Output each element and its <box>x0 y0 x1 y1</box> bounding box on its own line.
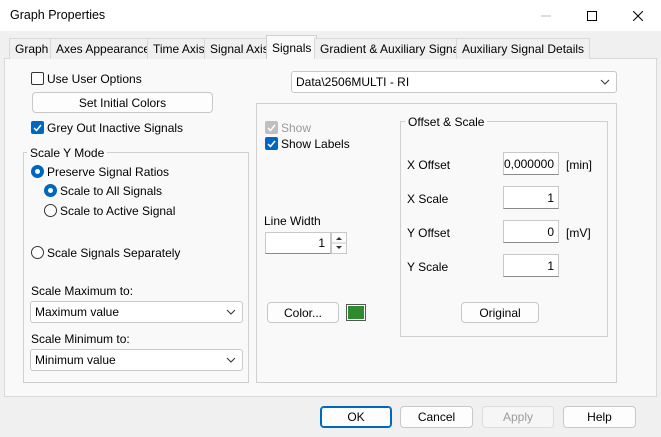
scale-minimum-select[interactable]: Minimum value <box>30 349 243 371</box>
grey-out-inactive-checkbox[interactable] <box>31 121 44 134</box>
line-width-spinner[interactable] <box>331 232 347 254</box>
color-button[interactable]: Color... <box>267 302 339 323</box>
checkmark-icon <box>33 124 42 132</box>
tab-auxiliary-signal-details[interactable]: Auxiliary Signal Details <box>456 38 591 59</box>
chevron-down-icon <box>226 309 236 315</box>
x-scale-input[interactable]: 1 <box>503 186 559 209</box>
y-scale-input[interactable]: 1 <box>503 254 559 277</box>
grey-out-inactive-label[interactable]: Grey Out Inactive Signals <box>47 121 183 135</box>
show-labels-checkbox[interactable] <box>265 137 278 150</box>
scale-signals-separately-radio[interactable] <box>31 246 44 259</box>
x-offset-input[interactable]: 0,000000 <box>503 152 559 175</box>
line-width-input[interactable]: 1 <box>265 232 331 254</box>
show-checkbox[interactable] <box>265 121 278 134</box>
chevron-down-icon <box>600 79 610 85</box>
signal-select[interactable]: Data\2506MULTI - RI <box>291 71 617 93</box>
close-button[interactable] <box>615 0 661 31</box>
cancel-button[interactable]: Cancel <box>400 406 473 428</box>
scale-signals-separately-label[interactable]: Scale Signals Separately <box>47 246 180 260</box>
checkmark-icon <box>267 124 276 132</box>
scale-minimum-value: Minimum value <box>35 353 116 367</box>
x-offset-unit: [min] <box>566 158 593 172</box>
minimize-button[interactable] <box>523 0 569 31</box>
help-button[interactable]: Help <box>563 406 636 428</box>
scale-to-active-signal-radio[interactable] <box>44 204 57 217</box>
x-scale-label: X Scale <box>407 192 449 206</box>
tab-signal-axis[interactable]: Signal Axis <box>204 38 275 59</box>
apply-button[interactable]: Apply <box>482 406 554 428</box>
color-swatch-fill <box>347 305 365 320</box>
scale-to-active-signal-label[interactable]: Scale to Active Signal <box>60 204 175 218</box>
preserve-signal-ratios-radio[interactable] <box>31 165 44 178</box>
close-icon <box>633 10 643 21</box>
show-labels-label[interactable]: Show Labels <box>281 137 350 151</box>
use-user-options-label[interactable]: Use User Options <box>47 72 142 86</box>
scale-to-all-signals-radio[interactable] <box>44 184 57 197</box>
scale-y-mode-title: Scale Y Mode <box>27 146 108 160</box>
y-offset-unit: [mV] <box>566 226 591 240</box>
checkmark-icon <box>267 140 276 148</box>
x-offset-label: X Offset <box>407 158 451 172</box>
preserve-signal-ratios-label[interactable]: Preserve Signal Ratios <box>47 165 169 179</box>
maximize-icon <box>587 10 597 21</box>
tab-signals[interactable]: Signals <box>266 35 318 59</box>
chevron-down-icon <box>226 357 236 363</box>
y-offset-input[interactable]: 0 <box>503 220 559 243</box>
y-offset-label: Y Offset <box>407 226 450 240</box>
show-label: Show <box>281 121 312 135</box>
use-user-options-checkbox[interactable] <box>31 72 44 85</box>
color-swatch[interactable] <box>346 304 366 321</box>
ok-button[interactable]: OK <box>320 406 392 428</box>
y-scale-label: Y Scale <box>407 260 449 274</box>
scale-maximum-label: Scale Maximum to: <box>31 284 134 298</box>
scale-maximum-select[interactable]: Maximum value <box>30 301 243 323</box>
minimize-icon <box>541 15 551 16</box>
scale-to-all-signals-label[interactable]: Scale to All Signals <box>60 184 162 198</box>
set-initial-colors-button[interactable]: Set Initial Colors <box>32 92 213 113</box>
line-width-label: Line Width <box>264 214 321 228</box>
offset-scale-title: Offset & Scale <box>405 115 488 129</box>
scale-minimum-label: Scale Minimum to: <box>31 332 130 346</box>
title-bar: Graph Properties <box>0 0 661 31</box>
scale-maximum-value: Maximum value <box>35 305 120 319</box>
tab-gradient-auxiliary-signals[interactable]: Gradient & Auxiliary Signals <box>314 38 475 59</box>
maximize-button[interactable] <box>569 0 615 31</box>
original-button[interactable]: Original <box>461 302 539 323</box>
signal-select-value: Data\2506MULTI - RI <box>296 75 410 89</box>
tab-graph[interactable]: Graph <box>9 38 55 59</box>
spinner-arrows-icon <box>332 237 346 249</box>
tab-axes-appearance[interactable]: Axes Appearance <box>50 38 157 59</box>
window-title: Graph Properties <box>10 8 106 22</box>
tab-time-axis[interactable]: Time Axis <box>147 38 211 59</box>
